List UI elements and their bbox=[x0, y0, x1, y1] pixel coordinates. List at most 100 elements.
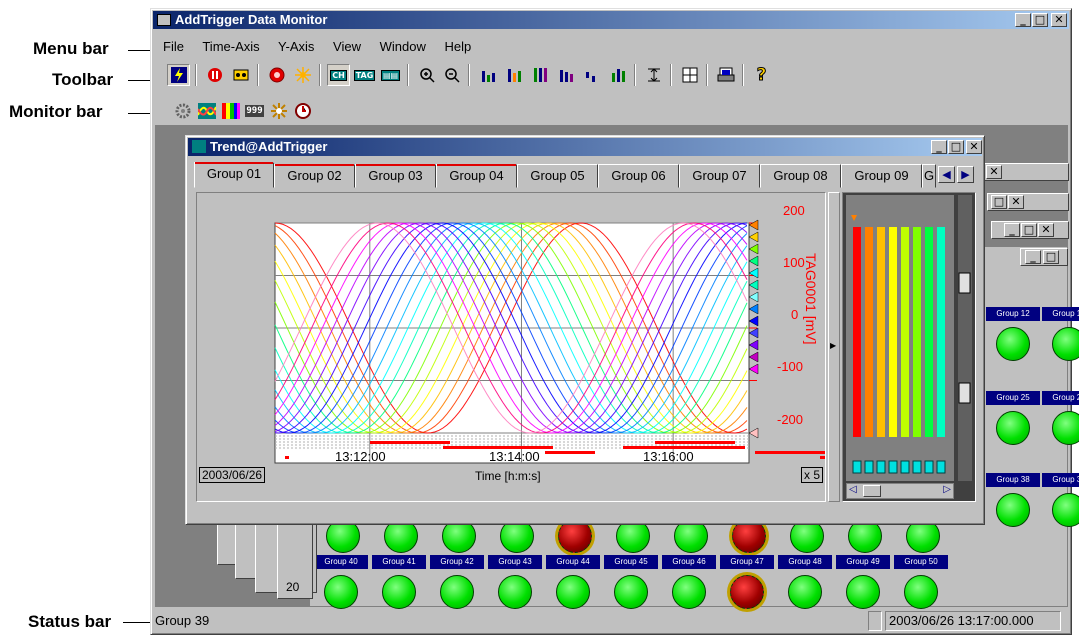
monitor-trend-button[interactable] bbox=[195, 100, 218, 122]
tab-group-06[interactable]: Group 06 bbox=[598, 164, 679, 188]
bar-view-2-button[interactable] bbox=[502, 64, 525, 86]
tab-group-01[interactable]: Group 01 bbox=[194, 162, 274, 188]
scale-button[interactable] bbox=[642, 64, 665, 86]
trend-maximize-button[interactable]: □ bbox=[948, 140, 964, 154]
group-cell-42[interactable]: Group 42 bbox=[430, 555, 486, 609]
y-axis-title: TAG0001 [mV] bbox=[803, 253, 819, 345]
group-cell-44[interactable]: Group 44 bbox=[546, 555, 602, 609]
start-monitor-button[interactable] bbox=[167, 64, 190, 86]
menu-file[interactable]: File bbox=[163, 39, 184, 54]
callout-toolbar: Toolbar bbox=[52, 70, 114, 89]
group-cell[interactable]: Group 13 bbox=[1042, 307, 1079, 367]
child-maximize-button[interactable]: □ bbox=[991, 195, 1007, 209]
group-label: Group 46 bbox=[662, 555, 716, 569]
panel-splitter[interactable]: ▶ bbox=[828, 192, 840, 502]
overview-minimize-button[interactable]: _ bbox=[1025, 250, 1041, 264]
group-cell-43[interactable]: Group 43 bbox=[488, 555, 544, 609]
bar-view-3-button[interactable] bbox=[528, 64, 551, 86]
child-minimize-button[interactable]: _ bbox=[1004, 223, 1020, 237]
channel-marker bbox=[748, 351, 759, 363]
menu-view[interactable]: View bbox=[333, 39, 361, 54]
group-cell-46[interactable]: Group 46 bbox=[662, 555, 718, 609]
group-cell[interactable]: Group 26 bbox=[1042, 391, 1079, 451]
app-maximize-button[interactable]: □ bbox=[1032, 13, 1048, 27]
menu-help[interactable]: Help bbox=[444, 39, 471, 54]
comment-button[interactable]: ▤▤ bbox=[379, 64, 402, 86]
app-close-button[interactable]: ✕ bbox=[1051, 13, 1067, 27]
bar-view-4-button[interactable] bbox=[554, 64, 577, 86]
child-window-caption: _ □ ✕ bbox=[991, 221, 1069, 239]
tab-group-02[interactable]: Group 02 bbox=[274, 164, 355, 188]
group-cell-50[interactable]: Group 50 bbox=[894, 555, 950, 609]
group-cell[interactable]: Group 38 bbox=[986, 473, 1042, 533]
zoom-in-button[interactable] bbox=[415, 64, 438, 86]
bar-view-6-button[interactable] bbox=[606, 64, 629, 86]
child-maximize-button[interactable]: □ bbox=[1021, 223, 1037, 237]
trend-close-button[interactable]: ✕ bbox=[966, 140, 982, 154]
tab-scroll-left-button[interactable]: ◀ bbox=[938, 166, 955, 183]
channel-marker bbox=[748, 363, 759, 375]
tag-icon: TAG bbox=[353, 69, 376, 81]
monitor-alarm-button[interactable] bbox=[267, 100, 290, 122]
bar-horizontal-scrollbar[interactable]: ◁ ▷ bbox=[846, 483, 954, 499]
tape-icon bbox=[233, 69, 248, 81]
window-button[interactable] bbox=[678, 64, 701, 86]
group-cell-47[interactable]: Group 47 bbox=[720, 555, 776, 609]
channel-button[interactable]: CH bbox=[327, 64, 350, 86]
trigger-button[interactable] bbox=[291, 64, 314, 86]
tab-group-05[interactable]: Group 05 bbox=[517, 164, 598, 188]
zoom-out-button[interactable] bbox=[440, 64, 463, 86]
group-cell-49[interactable]: Group 49 bbox=[836, 555, 892, 609]
overview-maximize-button[interactable]: □ bbox=[1043, 250, 1059, 264]
app-minimize-button[interactable]: _ bbox=[1015, 13, 1031, 27]
bar-view-5-button[interactable] bbox=[580, 64, 603, 86]
tag-button[interactable]: TAG bbox=[353, 64, 376, 86]
child-close-button[interactable]: ✕ bbox=[1038, 223, 1054, 237]
group-cell-45[interactable]: Group 45 bbox=[604, 555, 660, 609]
tab-group-10-partial[interactable]: G bbox=[922, 164, 936, 188]
monitor-digital-button[interactable]: 999 bbox=[243, 100, 266, 122]
bar-view-1-button[interactable] bbox=[476, 64, 499, 86]
record-button[interactable] bbox=[229, 64, 252, 86]
group-label: Group 13 bbox=[1042, 307, 1079, 321]
help-button[interactable]: ? bbox=[750, 64, 773, 86]
tab-group-08[interactable]: Group 08 bbox=[760, 164, 841, 188]
status-selected-group: Group 39 bbox=[155, 613, 210, 628]
channel-marker bbox=[748, 267, 759, 279]
trend-minimize-button[interactable]: _ bbox=[931, 140, 947, 154]
event-marker bbox=[755, 451, 825, 454]
tab-group-03[interactable]: Group 03 bbox=[355, 164, 436, 188]
bars-icon bbox=[611, 69, 625, 82]
group-cell[interactable]: Group 39 bbox=[1042, 473, 1079, 533]
monitor-meter-button[interactable] bbox=[291, 100, 314, 122]
menu-time-axis[interactable]: Time-Axis bbox=[202, 39, 259, 54]
zoom-factor-display[interactable]: x 5 bbox=[801, 467, 824, 483]
group-cell-40[interactable]: Group 40 bbox=[314, 555, 370, 609]
menu-window[interactable]: Window bbox=[380, 39, 426, 54]
menu-y-axis[interactable]: Y-Axis bbox=[278, 39, 314, 54]
group-cell[interactable]: Group 12 bbox=[986, 307, 1042, 367]
child-close-button[interactable]: ✕ bbox=[986, 165, 1002, 179]
print-button[interactable] bbox=[714, 64, 737, 86]
tab-scroll-right-button[interactable]: ▶ bbox=[957, 166, 974, 183]
scroll-thumb[interactable] bbox=[863, 485, 881, 497]
group-cell-41[interactable]: Group 41 bbox=[372, 555, 428, 609]
group-cell-48[interactable]: Group 48 bbox=[778, 555, 834, 609]
scroll-right-icon[interactable]: ▷ bbox=[943, 484, 951, 495]
trend-title: Trend@AddTrigger bbox=[210, 139, 328, 154]
child-close-button[interactable]: ✕ bbox=[1008, 195, 1024, 209]
bar-channel-indicator bbox=[864, 460, 874, 474]
stop-button[interactable] bbox=[203, 64, 226, 86]
status-lamp bbox=[996, 327, 1030, 361]
tab-group-07[interactable]: Group 07 bbox=[679, 164, 760, 188]
channel-marker bbox=[748, 291, 759, 303]
tab-group-09[interactable]: Group 09 bbox=[841, 164, 922, 188]
monitor-bar-graph-button[interactable] bbox=[219, 100, 242, 122]
group-cell[interactable]: Group 25 bbox=[986, 391, 1042, 451]
alarm-button[interactable] bbox=[265, 64, 288, 86]
tab-group-04[interactable]: Group 04 bbox=[436, 164, 517, 188]
bar-channel-indicator bbox=[900, 460, 910, 474]
scroll-left-icon[interactable]: ◁ bbox=[849, 484, 857, 495]
y-tick-label: 100 bbox=[783, 255, 805, 270]
monitor-gear-button[interactable] bbox=[171, 100, 194, 122]
